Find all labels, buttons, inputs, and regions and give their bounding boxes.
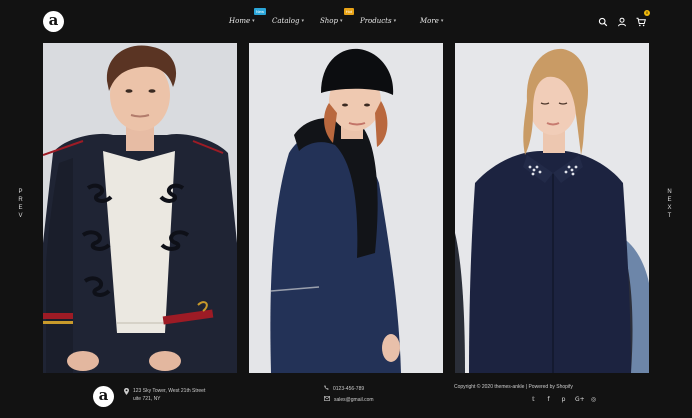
slider-next-label: NEXT: [667, 189, 673, 219]
pinterest-icon[interactable]: p: [560, 396, 567, 403]
map-pin-icon: [124, 388, 129, 398]
slide-image-man-jacket[interactable]: [43, 43, 237, 373]
site-footer: a 123 Sky Tower, West 21th Street uite 7…: [0, 378, 692, 418]
nav-item-catalog[interactable]: Catalog ▾: [268, 17, 316, 25]
email-address[interactable]: sales@gmail.com: [334, 395, 374, 406]
slider-prev-button[interactable]: PREV: [17, 188, 25, 220]
facebook-icon[interactable]: f: [545, 396, 552, 403]
social-links: 𝕥 f p G+ ◎: [530, 396, 597, 403]
nav-item-more[interactable]: More ▾: [416, 17, 456, 25]
nav-item-products[interactable]: Products ▾: [356, 17, 416, 25]
brand-logo[interactable]: a: [43, 11, 64, 32]
phone-row: 0123-456-789: [324, 384, 374, 395]
twitter-icon[interactable]: 𝕥: [530, 396, 537, 403]
chevron-down-icon: ▾: [340, 18, 343, 24]
footer-logo[interactable]: a: [93, 386, 114, 407]
nav-item-label: Catalog: [272, 17, 300, 25]
address-line-2: uite 721, NY: [133, 396, 161, 402]
slider-prev-label: PREV: [18, 189, 24, 219]
nav-item-shop[interactable]: Shop ▾ Hot: [316, 8, 356, 25]
footer-address: 123 Sky Tower, West 21th Street uite 721…: [124, 387, 205, 403]
footer-contact: 0123-456-789 sales@gmail.com: [324, 384, 374, 406]
nav-item-label: Home: [229, 17, 251, 25]
nav-item-label: Products: [360, 17, 392, 25]
nav-item-home[interactable]: Home ▾ New: [225, 8, 268, 25]
email-row: sales@gmail.com: [324, 395, 374, 406]
main-nav: Home ▾ New Catalog ▾ Shop ▾ Hot Products…: [225, 0, 456, 42]
cart-count-badge: 0: [644, 10, 650, 16]
user-icon[interactable]: [617, 14, 627, 27]
lookbook-slider: [43, 43, 649, 373]
slide-image-woman-shirt[interactable]: [455, 43, 649, 373]
address-line-1: 123 Sky Tower, West 21th Street: [133, 388, 206, 394]
slider-next-button[interactable]: NEXT: [666, 188, 674, 220]
header-icons: 0: [598, 10, 650, 27]
mail-icon: [324, 395, 331, 406]
cart-icon[interactable]: 0: [636, 10, 650, 27]
chevron-down-icon: ▾: [252, 18, 255, 24]
google-plus-icon[interactable]: G+: [575, 396, 585, 403]
site-header: a Home ▾ New Catalog ▾ Shop ▾ Hot Produc…: [0, 0, 692, 42]
phone-number[interactable]: 0123-456-789: [333, 384, 364, 395]
copyright-text: Copyright © 2020 themes-ankle | Powered …: [454, 384, 573, 390]
chevron-down-icon: ▾: [393, 18, 397, 24]
slide-image-woman-coat[interactable]: [249, 43, 443, 373]
instagram-icon[interactable]: ◎: [590, 396, 597, 403]
nav-badge-new: New: [253, 8, 266, 15]
chevron-down-icon: ▾: [440, 18, 444, 24]
nav-item-label: More: [420, 17, 439, 25]
nav-item-label: Shop: [320, 17, 338, 25]
phone-icon: [324, 384, 329, 395]
search-icon[interactable]: [598, 14, 608, 27]
nav-badge-hot: Hot: [343, 8, 354, 15]
chevron-down-icon: ▾: [301, 18, 304, 24]
